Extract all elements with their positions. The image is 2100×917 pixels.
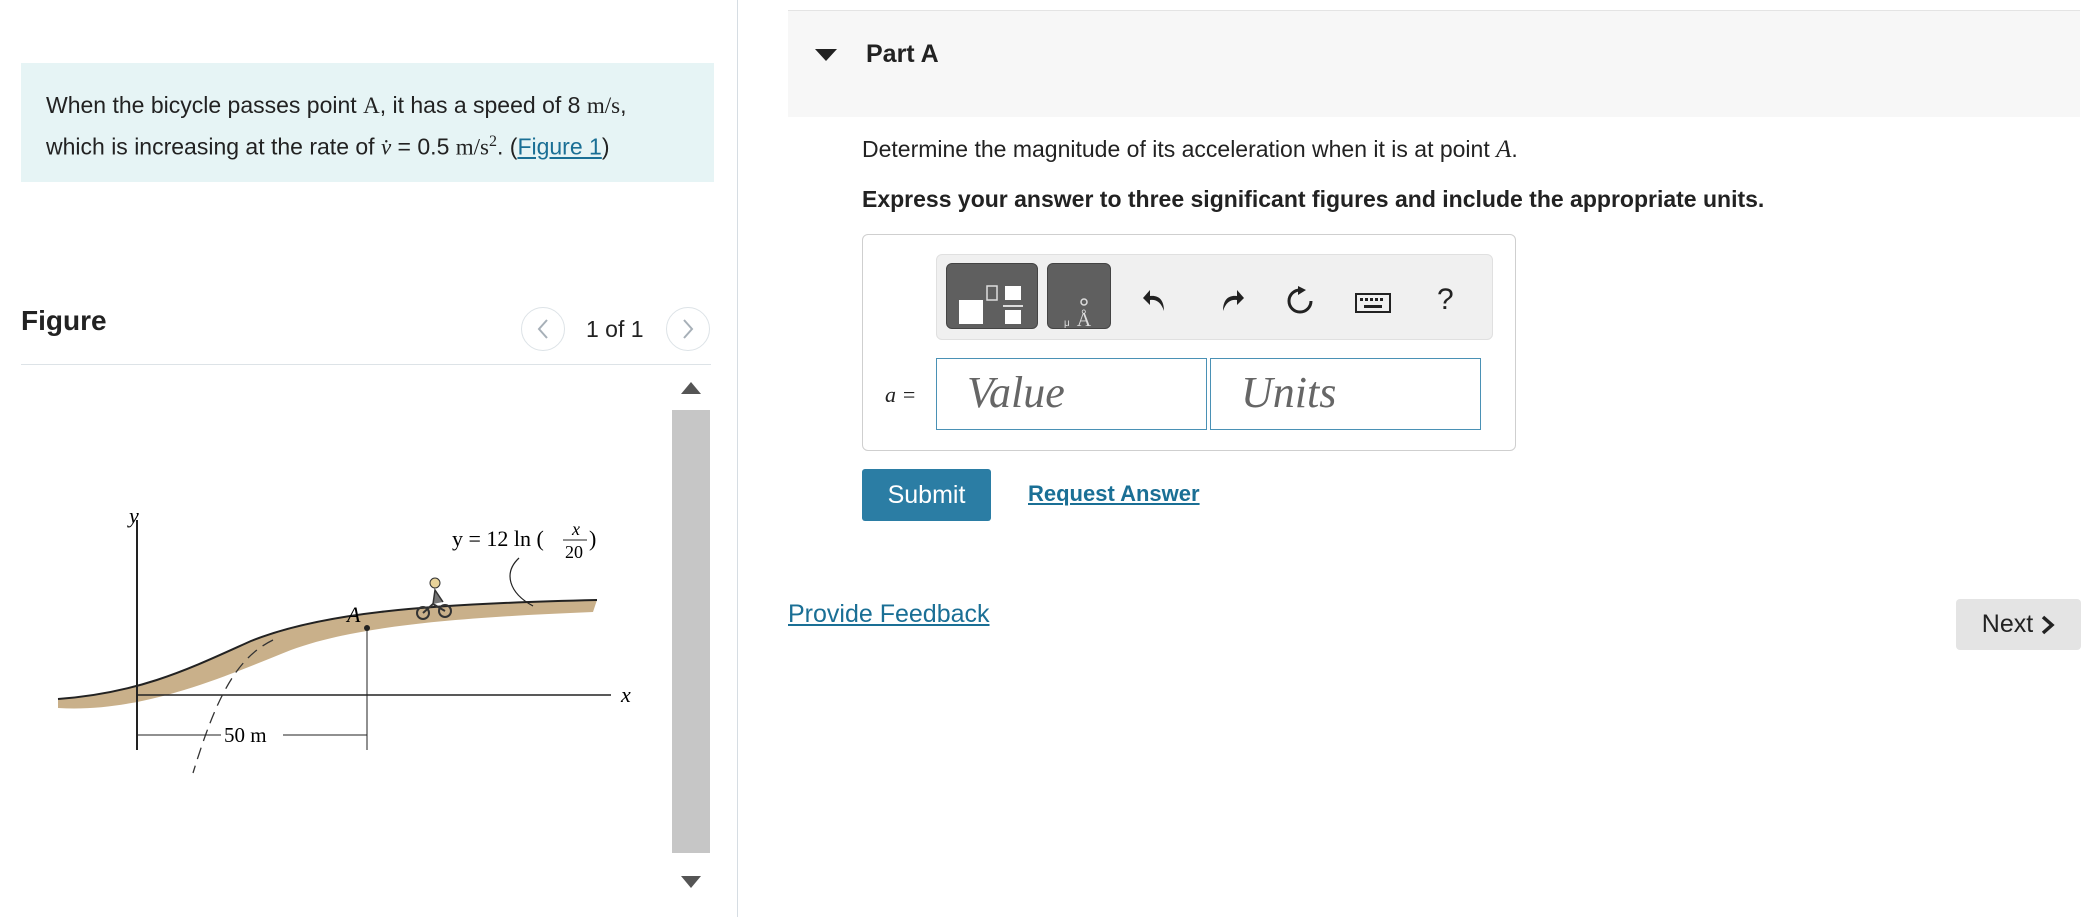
figure-scrollbar[interactable]: [672, 373, 710, 900]
problem-text: = 0.5: [391, 133, 456, 160]
equation-leader-line: [509, 557, 534, 607]
equation-numerator: x: [571, 519, 580, 539]
question-prefix: Determine the magnitude of its accelerat…: [862, 136, 1497, 162]
value-input[interactable]: Value: [936, 358, 1207, 430]
templates-icon: [959, 285, 1023, 324]
part-title: Part A: [866, 40, 939, 68]
x-axis-label: x: [620, 682, 631, 707]
equation-prefix: y = 12 ln (: [452, 526, 544, 551]
help-icon[interactable]: ?: [1437, 283, 1454, 317]
scroll-up-arrow-icon[interactable]: [681, 382, 701, 394]
next-label: Next: [1981, 610, 2034, 638]
problem-text: . (: [496, 133, 518, 160]
reset-icon[interactable]: [1284, 285, 1316, 317]
point-label: A: [363, 93, 380, 118]
svg-text:μ: μ: [1064, 318, 1070, 329]
problem-text: ): [601, 133, 610, 160]
speed-unit: m/s: [586, 93, 621, 118]
units-input[interactable]: Units: [1210, 358, 1481, 430]
problem-text: which is increasing at the rate of: [46, 133, 381, 160]
scrollbar-thumb[interactable]: [672, 410, 710, 853]
submit-button[interactable]: Submit: [862, 469, 991, 521]
chevron-right-icon: [2042, 615, 2055, 634]
figure-heading: Figure: [21, 305, 107, 336]
figure-link[interactable]: Figure 1: [517, 134, 601, 160]
redo-icon[interactable]: [1215, 285, 1245, 315]
y-axis-label: y: [127, 503, 139, 528]
chevron-left-icon: [537, 319, 548, 339]
problem-text: When the bicycle passes point: [46, 92, 364, 118]
point-a-label: A: [345, 602, 361, 627]
problem-text: , it has a speed of 8: [379, 92, 587, 118]
variable-label: a =: [885, 382, 917, 407]
figure-divider: [21, 364, 711, 365]
chevron-right-icon: [683, 319, 694, 339]
math-toolbar: Å μ ?: [936, 254, 1493, 340]
keyboard-icon[interactable]: [1355, 293, 1391, 313]
left-panel: When the bicycle passes point A, it has …: [0, 0, 737, 917]
ground-fill: [58, 600, 597, 709]
caret-down-icon[interactable]: [815, 49, 837, 61]
provide-feedback-link[interactable]: Provide Feedback: [788, 600, 990, 629]
question-suffix: .: [1511, 136, 1518, 162]
bicycle-slope-figure: y x A 50 m y = 12 ln ( x 20 ): [57, 503, 631, 774]
request-answer-link[interactable]: Request Answer: [1028, 481, 1200, 507]
equation-suffix: ): [589, 526, 596, 551]
answer-box: Å μ ? a = Value Units: [862, 234, 1516, 451]
accel-exponent: 2: [488, 133, 497, 150]
figure-prev-button[interactable]: [521, 307, 565, 351]
scroll-down-arrow-icon[interactable]: [681, 876, 701, 888]
equation-denominator: 20: [565, 542, 583, 562]
instruction-text: Express your answer to three significant…: [862, 186, 1765, 212]
problem-statement: When the bicycle passes point A, it has …: [21, 63, 714, 182]
figure-next-button[interactable]: [666, 307, 710, 351]
question-text: Determine the magnitude of its accelerat…: [862, 136, 1518, 164]
panel-divider: [737, 0, 738, 917]
question-point: A: [1496, 136, 1512, 163]
dimension-label: 50 m: [224, 723, 267, 747]
units-button[interactable]: Å μ: [1047, 263, 1111, 331]
templates-button[interactable]: [946, 263, 1038, 329]
vdot-symbol: v̇: [380, 134, 392, 160]
next-button[interactable]: Next: [1956, 599, 2081, 650]
undo-icon[interactable]: [1142, 285, 1172, 315]
figure-counter: 1 of 1: [586, 316, 644, 342]
units-icon: Å μ: [1064, 298, 1092, 331]
problem-text: ,: [620, 92, 627, 118]
accel-unit: m/s: [455, 134, 489, 160]
part-a-header[interactable]: Part A: [788, 10, 2080, 117]
svg-text:Å: Å: [1077, 309, 1092, 330]
